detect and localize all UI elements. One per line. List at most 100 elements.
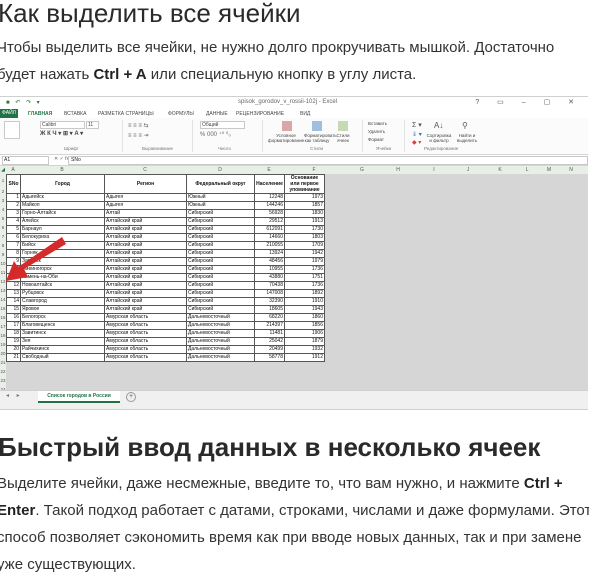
header-cell[interactable]: Регион: [104, 174, 187, 194]
table-cell[interactable]: Амурская область: [104, 321, 187, 330]
header-cell[interactable]: Федеральный округ: [186, 174, 255, 194]
table-cell[interactable]: 1943: [284, 305, 325, 314]
table-cell[interactable]: 14: [6, 297, 21, 306]
table-cell[interactable]: 1912: [284, 353, 325, 362]
table-cell[interactable]: Майкоп: [20, 201, 105, 210]
table-cell[interactable]: 1892: [284, 289, 325, 298]
column-header-b[interactable]: B: [20, 167, 104, 173]
format-cells-button[interactable]: Формат: [368, 137, 384, 142]
table-cell[interactable]: Алтайский край: [104, 217, 187, 226]
column-header-e[interactable]: E: [254, 167, 284, 173]
cell-styles-label[interactable]: Стили ячеек: [332, 133, 354, 143]
table-cell[interactable]: 1: [6, 193, 21, 202]
table-cell[interactable]: 1730: [284, 225, 325, 234]
find-select-icon[interactable]: ⚲: [462, 121, 468, 130]
table-cell[interactable]: 25042: [254, 337, 285, 346]
table-cell[interactable]: 1932: [284, 345, 325, 354]
table-cell[interactable]: 32390: [254, 297, 285, 306]
table-cell[interactable]: 17: [6, 321, 21, 330]
table-cell[interactable]: 29512: [254, 217, 285, 226]
table-cell[interactable]: Алтайский край: [104, 297, 187, 306]
header-cell[interactable]: Основание или первое упоминание: [284, 174, 325, 194]
table-cell[interactable]: 20499: [254, 345, 285, 354]
table-cell[interactable]: 1879: [284, 337, 325, 346]
table-cell[interactable]: 147008: [254, 289, 285, 298]
table-cell[interactable]: 1910: [284, 297, 325, 306]
table-cell[interactable]: 18605: [254, 305, 285, 314]
column-header-n[interactable]: N: [560, 167, 582, 173]
tab-view[interactable]: ВИД: [300, 111, 310, 117]
table-cell[interactable]: Алтайский край: [104, 281, 187, 290]
insert-cells-button[interactable]: Вставить: [368, 121, 387, 126]
column-header-a[interactable]: A: [6, 167, 20, 173]
table-cell[interactable]: 5: [6, 225, 21, 234]
table-cell[interactable]: 13924: [254, 249, 285, 258]
table-cell[interactable]: Алейск: [20, 217, 105, 226]
font-size-select[interactable]: 11: [86, 121, 99, 129]
table-cell[interactable]: Сибирский: [186, 241, 255, 250]
table-cell[interactable]: Сибирский: [186, 225, 255, 234]
row-header[interactable]: 22: [0, 369, 6, 374]
table-cell[interactable]: 12: [6, 281, 21, 290]
table-cell[interactable]: Дальневосточный: [186, 345, 255, 354]
conditional-format-icon[interactable]: [282, 121, 292, 131]
table-cell[interactable]: Сибирский: [186, 289, 255, 298]
table-cell[interactable]: Алтайский край: [104, 233, 187, 242]
delete-cells-button[interactable]: Удалить: [368, 129, 385, 134]
format-as-table-label[interactable]: Форматировать как таблицу: [304, 133, 337, 143]
column-header-d[interactable]: D: [186, 167, 254, 173]
table-cell[interactable]: 3: [6, 209, 21, 218]
fx-icon[interactable]: ✕ ✓ fx: [54, 156, 69, 162]
table-cell[interactable]: 1736: [284, 265, 325, 274]
table-cell[interactable]: Сибирский: [186, 257, 255, 266]
table-cell[interactable]: Райчихинск: [20, 345, 105, 354]
sort-filter-icon[interactable]: A↓: [434, 121, 443, 130]
table-cell[interactable]: Сибирский: [186, 209, 255, 218]
table-cell[interactable]: Сибирский: [186, 265, 255, 274]
font-name-select[interactable]: Calibri: [40, 121, 85, 129]
table-cell[interactable]: Зея: [20, 337, 105, 346]
table-cell[interactable]: Алтайский край: [104, 289, 187, 298]
table-cell[interactable]: 1736: [284, 281, 325, 290]
table-cell[interactable]: 1973: [284, 193, 325, 202]
table-cell[interactable]: 1942: [284, 249, 325, 258]
table-cell[interactable]: 1906: [284, 329, 325, 338]
table-cell[interactable]: Южный: [186, 193, 255, 202]
table-cell[interactable]: 18: [6, 329, 21, 338]
table-cell[interactable]: 20: [6, 345, 21, 354]
table-cell[interactable]: 48456: [254, 257, 285, 266]
alignment-icons[interactable]: ≡ ≡ ≡ ⇆: [128, 122, 149, 129]
column-header-g[interactable]: G: [344, 167, 380, 173]
table-cell[interactable]: 612091: [254, 225, 285, 234]
tab-formulas[interactable]: ФОРМУЛЫ: [168, 111, 194, 117]
number-format-select[interactable]: Общий: [200, 121, 245, 129]
table-cell[interactable]: Адыгея: [104, 201, 187, 210]
bold-italic-underline[interactable]: Ж К Ч ▾ ⊞ ▾ A ▾: [40, 130, 83, 137]
table-cell[interactable]: Завитинск: [20, 329, 105, 338]
table-cell[interactable]: Свободный: [20, 353, 105, 362]
tab-data[interactable]: ДАННЫЕ: [206, 111, 228, 117]
column-header-j[interactable]: J: [452, 167, 484, 173]
table-cell[interactable]: 70438: [254, 281, 285, 290]
table-cell[interactable]: 1979: [284, 257, 325, 266]
table-cell[interactable]: Дальневосточный: [186, 353, 255, 362]
column-header-m[interactable]: M: [538, 167, 560, 173]
table-cell[interactable]: 19: [6, 337, 21, 346]
table-cell[interactable]: 144246: [254, 201, 285, 210]
column-header-h[interactable]: H: [380, 167, 416, 173]
name-box[interactable]: A1: [2, 156, 49, 165]
table-cell[interactable]: Сибирский: [186, 305, 255, 314]
table-cell[interactable]: Алтайский край: [104, 265, 187, 274]
table-cell[interactable]: Яровое: [20, 305, 105, 314]
table-cell[interactable]: 15: [6, 305, 21, 314]
column-header-k[interactable]: K: [484, 167, 516, 173]
worksheet-grid[interactable]: 1234567891011121314151617181920212223242…: [0, 174, 588, 409]
table-cell[interactable]: 1856: [284, 321, 325, 330]
conditional-format-label[interactable]: Условное форматирование: [268, 133, 304, 143]
column-header-l[interactable]: L: [516, 167, 538, 173]
header-cell[interactable]: Население: [254, 174, 285, 194]
table-cell[interactable]: 12248: [254, 193, 285, 202]
quick-access-toolbar[interactable]: ■ ↶ ↷ ▾: [6, 99, 42, 106]
table-cell[interactable]: 10955: [254, 265, 285, 274]
table-cell[interactable]: 1857: [284, 201, 325, 210]
